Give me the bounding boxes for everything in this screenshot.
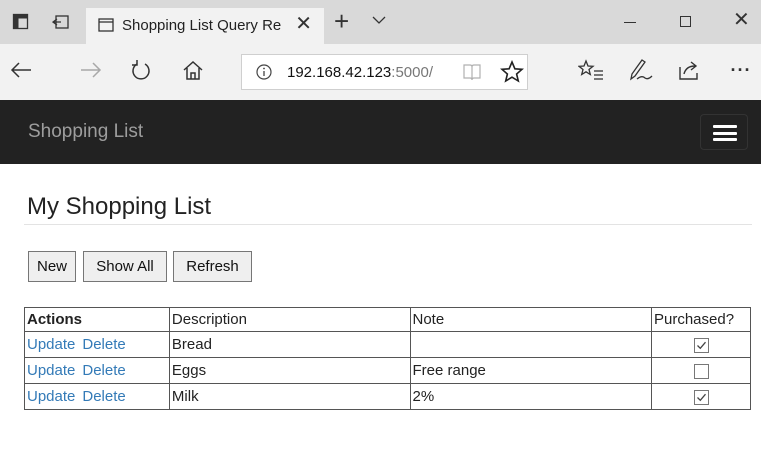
back-icon[interactable]: [8, 57, 34, 83]
row-note: [409, 331, 652, 358]
url-port: :5000/: [391, 64, 433, 81]
row-actions: Update Delete: [24, 383, 170, 410]
menu-toggle-button[interactable]: [700, 114, 748, 150]
close-icon[interactable]: ✕: [295, 14, 312, 34]
column-header-actions: Actions: [24, 307, 170, 332]
refresh-icon[interactable]: [128, 57, 154, 83]
delete-link[interactable]: Delete: [82, 362, 125, 379]
reading-view-icon: [462, 63, 482, 81]
purchased-checkbox[interactable]: [693, 389, 709, 405]
row-note: Free range: [409, 357, 652, 384]
browser-tab[interactable]: Shopping List Query Re ✕: [86, 8, 324, 44]
table-row: Update Delete Milk 2%: [24, 383, 751, 410]
address-bar[interactable]: 192.168.42.123:5000/: [241, 54, 528, 90]
tab-actions-icon[interactable]: [12, 13, 30, 31]
purchased-checkbox[interactable]: [693, 337, 709, 353]
info-icon[interactable]: [256, 64, 272, 80]
row-actions: Update Delete: [24, 357, 170, 384]
url-text: 192.168.42.123:5000/: [287, 64, 433, 81]
home-icon[interactable]: [180, 57, 206, 83]
table-row: Update Delete Eggs Free range: [24, 357, 751, 384]
row-note: 2%: [409, 383, 652, 410]
column-header-note: Note: [409, 307, 652, 332]
new-tab-icon[interactable]: +: [334, 8, 349, 34]
set-aside-tabs-icon[interactable]: [52, 13, 70, 31]
shopping-list-table: Actions Description Note Purchased? Upda…: [24, 307, 751, 410]
close-window-icon[interactable]: ✕: [733, 10, 750, 30]
row-purchased: [651, 357, 751, 384]
app-navbar: Shopping List: [0, 100, 761, 164]
browser-toolbar: 192.168.42.123:5000/ ···: [0, 44, 761, 100]
hamburger-icon-bar: [713, 131, 737, 135]
share-icon[interactable]: [676, 57, 702, 83]
pen-icon[interactable]: [628, 57, 654, 83]
update-link[interactable]: Update: [27, 388, 75, 405]
table-row: Update Delete Bread: [24, 331, 751, 358]
star-icon[interactable]: [500, 59, 524, 89]
row-description: Eggs: [168, 357, 411, 384]
row-purchased: [651, 331, 751, 358]
hamburger-icon-bar: [713, 138, 737, 141]
page-title: My Shopping List: [27, 193, 212, 220]
favorites-icon[interactable]: [578, 57, 604, 83]
chevron-down-icon[interactable]: [371, 12, 387, 28]
brand-link[interactable]: Shopping List: [28, 121, 143, 143]
forward-icon: [78, 57, 104, 83]
row-description: Bread: [168, 331, 411, 358]
page-icon: [98, 17, 114, 33]
new-button[interactable]: New: [28, 251, 76, 282]
column-header-description: Description: [168, 307, 411, 332]
row-actions: Update Delete: [24, 331, 170, 358]
title-divider: [24, 224, 752, 225]
hamburger-icon: [713, 125, 737, 128]
tab-title: Shopping List Query Re: [122, 17, 282, 34]
delete-link[interactable]: Delete: [82, 388, 125, 405]
more-icon[interactable]: ···: [728, 57, 754, 83]
refresh-button[interactable]: Refresh: [173, 251, 252, 282]
show-all-button[interactable]: Show All: [83, 251, 167, 282]
minimize-icon[interactable]: [624, 22, 636, 23]
url-host: 192.168.42.123: [287, 64, 392, 81]
browser-tab-strip: Shopping List Query Re ✕ + ✕: [0, 0, 761, 44]
update-link[interactable]: Update: [27, 362, 75, 379]
delete-link[interactable]: Delete: [82, 336, 125, 353]
purchased-checkbox[interactable]: [693, 363, 709, 379]
row-description: Milk: [168, 383, 411, 410]
column-header-purchased: Purchased?: [651, 307, 751, 332]
update-link[interactable]: Update: [27, 336, 75, 353]
table-header-row: Actions Description Note Purchased?: [24, 307, 751, 332]
row-purchased: [651, 383, 751, 410]
maximize-icon[interactable]: [680, 16, 691, 27]
